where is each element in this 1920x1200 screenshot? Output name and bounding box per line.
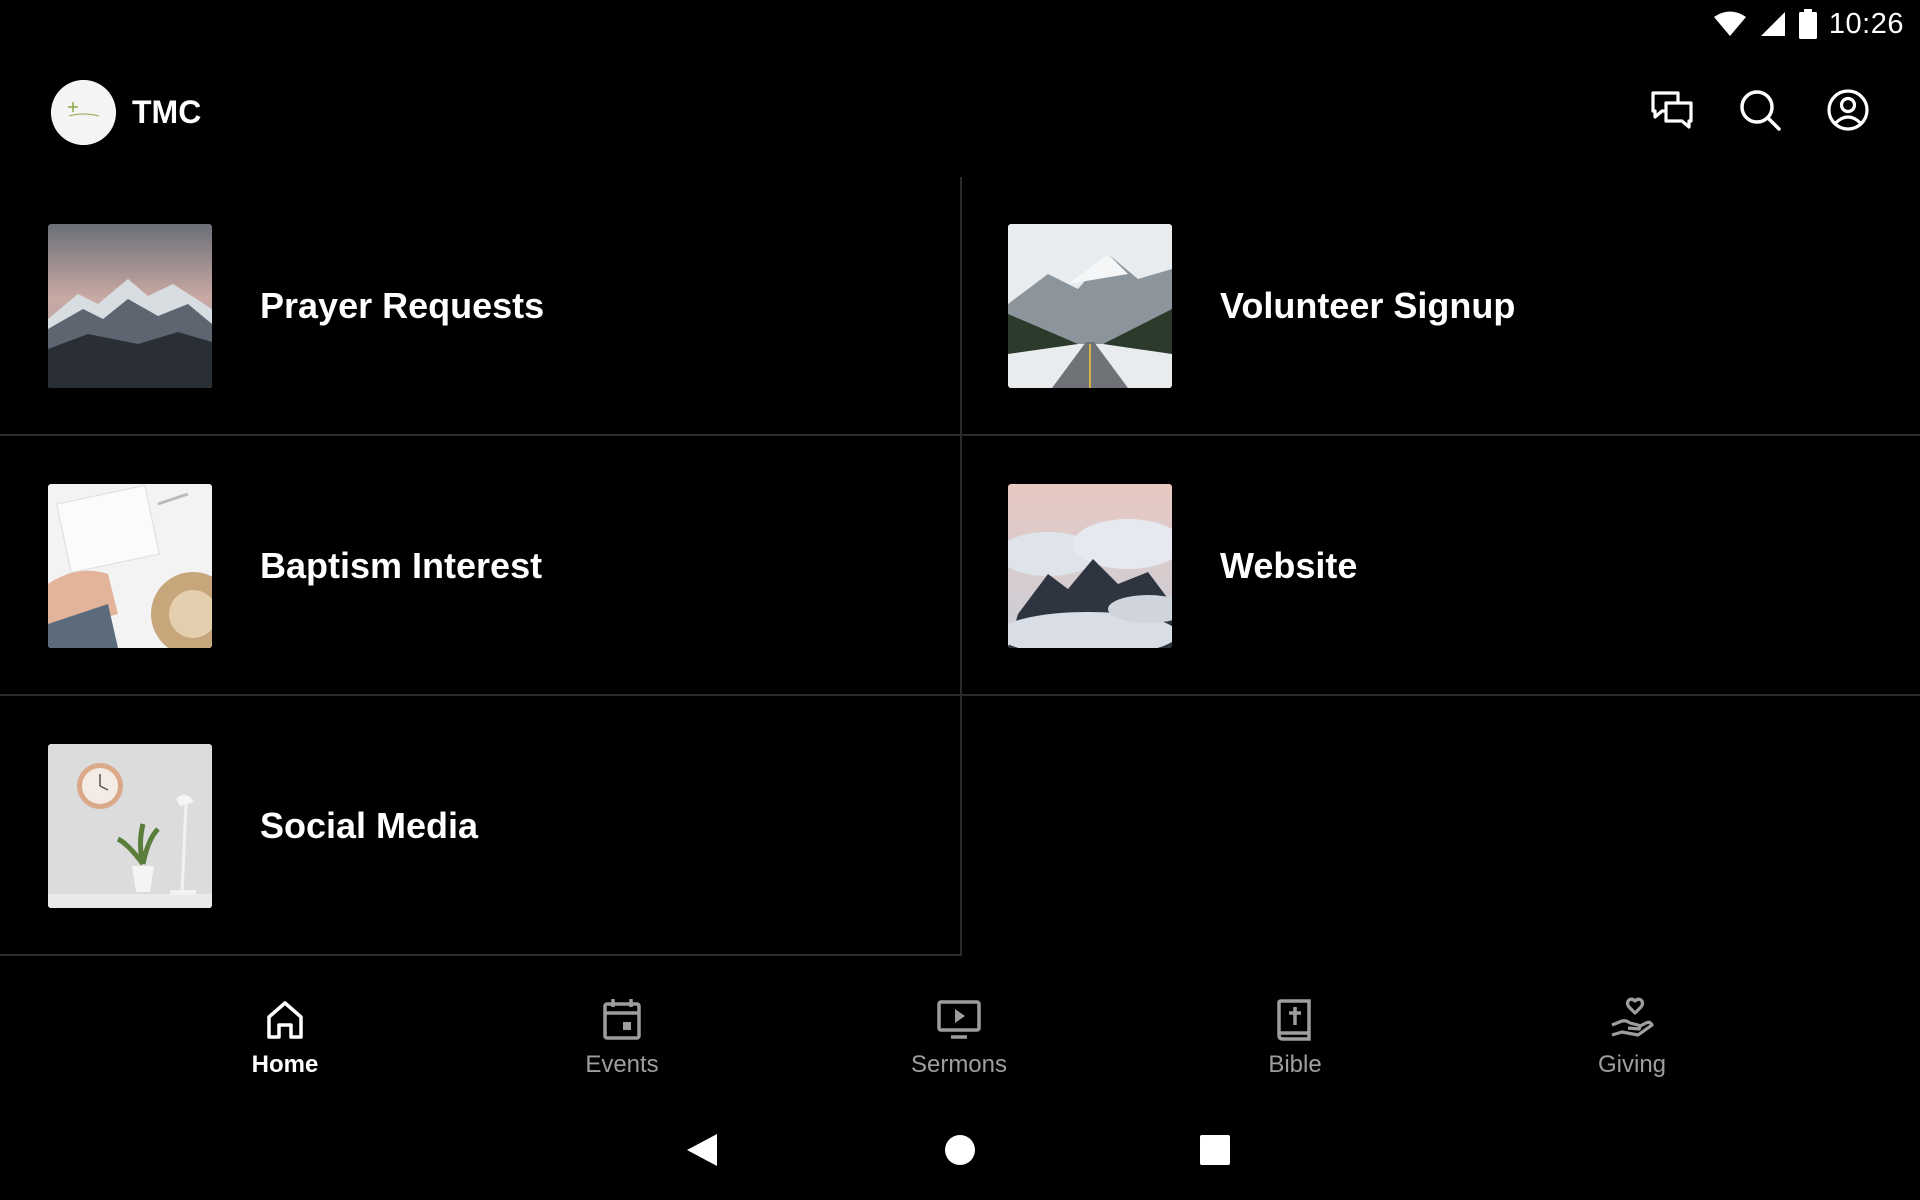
nav-label: Sermons — [910, 1051, 1008, 1078]
system-home-button[interactable] — [936, 1128, 984, 1176]
social-media-thumbnail — [48, 744, 212, 908]
tile-label: Website — [1220, 545, 1358, 586]
battery-icon — [1798, 9, 1817, 39]
recents-square-icon — [1199, 1134, 1231, 1171]
tile-baptism-interest[interactable]: Baptism Interest — [0, 437, 960, 697]
status-bar: 10:26 — [1520, 0, 1920, 48]
tv-play-icon — [935, 995, 983, 1043]
account-button[interactable] — [1824, 88, 1872, 136]
bible-icon — [1271, 995, 1319, 1043]
volunteer-signup-thumbnail — [1008, 224, 1172, 388]
tile-label: Baptism Interest — [260, 545, 543, 586]
chat-button[interactable] — [1648, 88, 1696, 136]
tile-label: Social Media — [260, 805, 479, 846]
app-title: TMC — [132, 94, 202, 130]
calendar-icon — [598, 995, 646, 1043]
bottom-navigation: Home Events Sermons Bible Giving — [0, 995, 1920, 1105]
home-icon — [261, 995, 309, 1043]
baptism-interest-thumbnail — [48, 484, 212, 648]
tile-social-media[interactable]: Social Media — [0, 697, 960, 957]
chat-icon — [1650, 90, 1694, 135]
nav-label: Home — [251, 1051, 319, 1078]
wifi-icon — [1713, 10, 1747, 38]
system-navigation-bar — [0, 1128, 1920, 1176]
tile-prayer-requests[interactable]: Prayer Requests — [0, 177, 960, 437]
nav-item-sermons[interactable]: Sermons — [859, 995, 1059, 1095]
status-time: 10:26 — [1828, 7, 1904, 40]
nav-item-events[interactable]: Events — [522, 995, 722, 1095]
nav-item-bible[interactable]: Bible — [1195, 995, 1395, 1095]
tile-website[interactable]: Website — [960, 437, 1920, 697]
giving-hand-icon — [1608, 995, 1656, 1043]
nav-label: Giving — [1597, 1051, 1667, 1078]
cell-signal-icon — [1759, 10, 1787, 38]
app-bar-actions — [1648, 88, 1872, 136]
nav-item-giving[interactable]: Giving — [1532, 995, 1732, 1095]
nav-label: Bible — [1268, 1051, 1322, 1078]
system-recents-button[interactable] — [1191, 1128, 1239, 1176]
church-logo[interactable] — [51, 80, 116, 145]
content-grid: Prayer Requests Volunteer Signup Baptism… — [0, 177, 1920, 956]
tile-label: Volunteer Signup — [1220, 285, 1516, 326]
tile-label: Prayer Requests — [260, 285, 545, 326]
account-icon — [1827, 88, 1869, 136]
app-screen: 10:26 TMC Prayer Requests Volunteer Sign… — [0, 0, 1920, 1200]
home-circle-icon — [944, 1134, 976, 1171]
nav-label: Events — [585, 1051, 659, 1078]
system-back-button[interactable] — [678, 1128, 726, 1176]
back-triangle-icon — [685, 1132, 719, 1173]
search-button[interactable] — [1736, 88, 1784, 136]
website-thumbnail — [1008, 484, 1172, 648]
prayer-requests-thumbnail — [48, 224, 212, 388]
nav-item-home[interactable]: Home — [185, 995, 385, 1095]
search-icon — [1739, 89, 1781, 136]
app-bar: TMC — [0, 70, 1920, 154]
tile-volunteer-signup[interactable]: Volunteer Signup — [960, 177, 1920, 437]
